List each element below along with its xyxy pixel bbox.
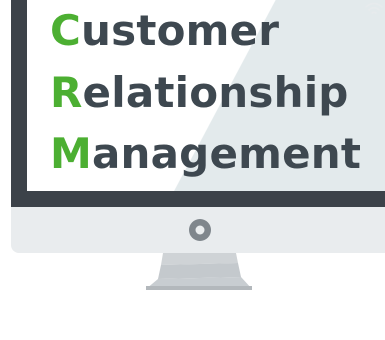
headline-line-management: Management (50, 133, 361, 175)
wifi-icon (365, 2, 383, 14)
monitor-illustration: Customer Relationship Management (0, 0, 385, 340)
headline-line-relationship: Relationship (50, 72, 349, 114)
headline-initial-m: M (50, 129, 92, 178)
monitor-stand (146, 253, 252, 290)
headline-rest-customer: ustomer (81, 6, 280, 55)
monitor-screen: Customer Relationship Management (27, 0, 385, 191)
headline-initial-c: C (50, 6, 82, 55)
headline-line-customer: Customer (50, 10, 279, 52)
headline-rest-management: anagement (92, 129, 362, 178)
headline-rest-relationship: elationship (82, 68, 349, 117)
power-button-icon (189, 219, 211, 241)
headline-initial-r: R (50, 68, 83, 117)
